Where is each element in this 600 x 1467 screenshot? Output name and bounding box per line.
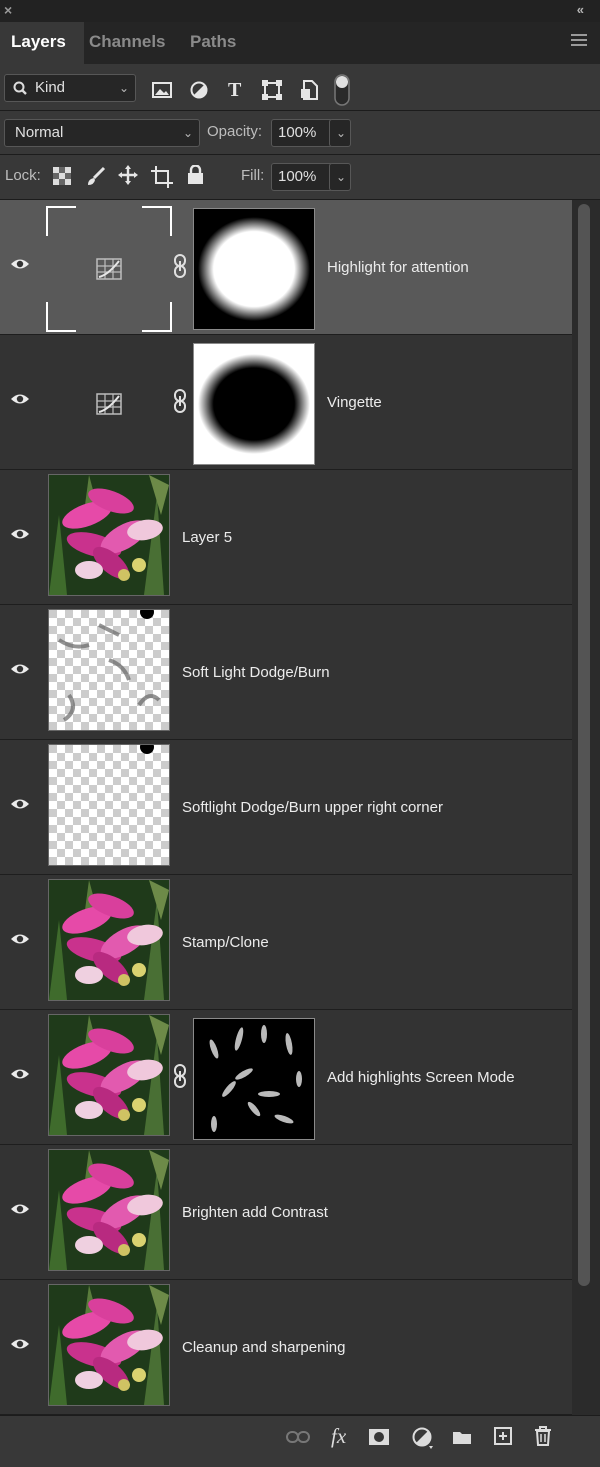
fx-icon[interactable]: fx <box>331 1424 346 1448</box>
tab-layers[interactable]: Layers <box>0 22 84 64</box>
link-layers-icon[interactable] <box>286 1430 310 1454</box>
eye-icon[interactable] <box>10 1203 30 1215</box>
image-filter-icon[interactable] <box>152 82 172 98</box>
layer-filter-row: Kind ⌄ T <box>0 64 600 111</box>
layer-thumbnail[interactable] <box>48 1149 170 1271</box>
tab-channels[interactable]: Channels <box>78 22 177 64</box>
eye-icon[interactable] <box>10 663 30 675</box>
layer-thumbnail[interactable] <box>48 1014 170 1136</box>
chevron-down-icon: ⌄ <box>182 126 193 140</box>
layer-thumbnail[interactable] <box>48 879 170 1001</box>
layers-list: Highlight for attention Vingette Layer 5… <box>0 200 572 1415</box>
layer-mask-thumbnail[interactable] <box>193 208 315 330</box>
lock-all-icon[interactable] <box>187 165 204 185</box>
lock-position-icon[interactable] <box>118 165 138 185</box>
layer-row[interactable]: Add highlights Screen Mode <box>0 1010 572 1145</box>
new-layer-icon[interactable] <box>494 1427 512 1451</box>
filter-toggle-icon[interactable] <box>334 74 350 106</box>
fill-label: Fill: <box>241 167 265 184</box>
lock-image-pixels-icon[interactable] <box>86 166 106 186</box>
lock-artboard-icon[interactable] <box>151 166 173 188</box>
new-adjustment-icon[interactable] <box>412 1427 434 1451</box>
scrollbar-thumb[interactable] <box>578 204 590 1286</box>
adjustment-filter-icon[interactable] <box>190 81 208 99</box>
opacity-input[interactable]: 100% <box>271 119 333 147</box>
layer-thumbnail[interactable] <box>48 609 170 731</box>
tab-bar: Layers Channels Paths <box>0 22 600 65</box>
layer-mask-thumbnail[interactable] <box>193 1018 315 1140</box>
link-mask-icon[interactable] <box>172 254 188 278</box>
blend-mode-row: Normal ⌄ Opacity: 100% ⌄ <box>0 111 600 155</box>
panel-menu-icon[interactable] <box>571 34 587 49</box>
new-group-icon[interactable] <box>452 1429 472 1453</box>
layer-name: Softlight Dodge/Burn upper right corner <box>182 799 443 816</box>
opacity-label: Opacity: <box>207 123 263 140</box>
chevron-down-icon: ⌄ <box>335 170 346 184</box>
eye-icon[interactable] <box>10 933 30 945</box>
layer-row[interactable]: Highlight for attention <box>0 200 572 335</box>
layer-name: Highlight for attention <box>327 259 469 276</box>
lock-row: Lock: Fill: 100% ⌄ <box>0 155 600 200</box>
blend-mode-dropdown[interactable]: Normal ⌄ <box>4 119 200 147</box>
layers-bottom-bar: fx <box>0 1415 600 1467</box>
close-icon[interactable]: × <box>4 2 12 18</box>
eye-icon[interactable] <box>10 798 30 810</box>
layer-name: Add highlights Screen Mode <box>327 1069 515 1086</box>
adjustment-thumbnail[interactable] <box>46 206 172 332</box>
layer-name: Soft Light Dodge/Burn <box>182 664 330 681</box>
layer-thumbnail[interactable] <box>48 1284 170 1406</box>
layer-name: Stamp/Clone <box>182 934 269 951</box>
panel-title-strip <box>0 0 600 22</box>
layer-row[interactable]: Cleanup and sharpening <box>0 1280 572 1415</box>
fill-slider-button[interactable]: ⌄ <box>329 163 351 191</box>
search-icon <box>13 81 27 95</box>
layer-row[interactable]: Stamp/Clone <box>0 875 572 1010</box>
layer-thumbnail[interactable] <box>48 744 170 866</box>
collapse-panel-icon[interactable]: « <box>577 2 584 17</box>
chevron-down-icon: ⌄ <box>335 126 346 140</box>
link-mask-icon[interactable] <box>172 389 188 413</box>
eye-icon[interactable] <box>10 528 30 540</box>
filter-kind-label: Kind <box>35 79 66 96</box>
layer-name: Brighten add Contrast <box>182 1204 328 1221</box>
link-mask-icon[interactable] <box>172 1064 188 1088</box>
add-mask-icon[interactable] <box>368 1428 390 1452</box>
lock-transparent-pixels-icon[interactable] <box>53 167 71 185</box>
layer-row[interactable]: Brighten add Contrast <box>0 1145 572 1280</box>
layer-name: Layer 5 <box>182 529 233 546</box>
layer-thumbnail[interactable] <box>48 474 170 596</box>
delete-layer-icon[interactable] <box>534 1426 552 1450</box>
layer-row[interactable]: Softlight Dodge/Burn upper right corner <box>0 740 572 875</box>
layer-name: Vingette <box>327 394 382 411</box>
shape-filter-icon[interactable] <box>262 80 282 100</box>
lock-label: Lock: <box>5 167 41 184</box>
eye-icon[interactable] <box>10 1338 30 1350</box>
adjustment-curves-icon <box>96 258 122 280</box>
layer-row[interactable]: Soft Light Dodge/Burn <box>0 605 572 740</box>
layer-row[interactable]: Vingette <box>0 335 572 470</box>
fill-input[interactable]: 100% <box>271 163 333 191</box>
eye-icon[interactable] <box>10 258 30 270</box>
eye-icon[interactable] <box>10 393 30 405</box>
type-filter-icon[interactable]: T <box>228 79 241 102</box>
eye-icon[interactable] <box>10 1068 30 1080</box>
blend-mode-value: Normal <box>15 124 64 141</box>
smart-object-filter-icon[interactable] <box>300 80 318 100</box>
opacity-slider-button[interactable]: ⌄ <box>329 119 351 147</box>
layer-mask-thumbnail[interactable] <box>193 343 315 465</box>
filter-kind-dropdown[interactable]: Kind ⌄ <box>4 74 136 102</box>
tab-paths[interactable]: Paths <box>179 22 247 64</box>
layer-name: Cleanup and sharpening <box>182 1339 346 1356</box>
adjustment-curves-icon[interactable] <box>96 393 122 415</box>
chevron-down-icon: ⌄ <box>118 81 129 95</box>
layer-row[interactable]: Layer 5 <box>0 470 572 605</box>
